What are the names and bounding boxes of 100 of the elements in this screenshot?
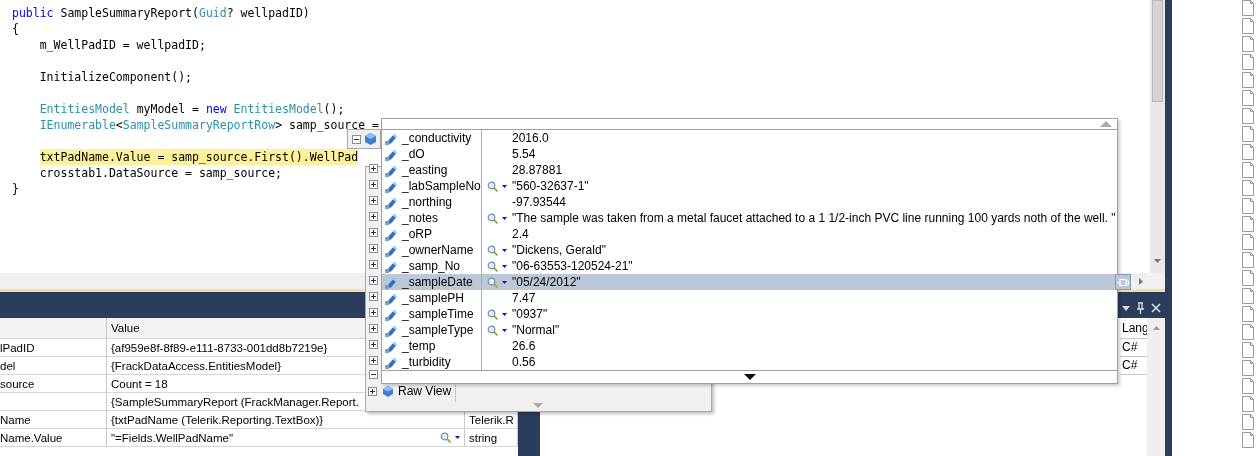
table-cell: C# bbox=[1122, 358, 1138, 372]
field-icon bbox=[385, 323, 398, 337]
scrollbar[interactable] bbox=[1147, 318, 1165, 456]
scroll-down-icon[interactable] bbox=[744, 374, 756, 380]
collapse-icon[interactable] bbox=[352, 134, 361, 144]
field-name: _ownerName bbox=[402, 242, 482, 258]
field-icon bbox=[385, 307, 398, 321]
file-icon[interactable] bbox=[1242, 342, 1254, 358]
scroll-up-icon[interactable] bbox=[1152, 326, 1160, 330]
expand-icon[interactable] bbox=[368, 275, 378, 285]
field-value: 0.56 bbox=[512, 355, 536, 369]
file-icon[interactable] bbox=[1242, 324, 1254, 340]
file-icon[interactable] bbox=[1242, 198, 1254, 214]
table-cell: {SampleSummaryReport (FrackManager.Report. bbox=[111, 395, 359, 408]
field-value: "06-63553-120524-21" bbox=[512, 259, 633, 273]
expand-icon[interactable] bbox=[368, 386, 377, 396]
field-value: "Normal" bbox=[512, 323, 560, 337]
field-value: 26.6 bbox=[512, 339, 536, 353]
expand-icon[interactable] bbox=[368, 307, 378, 317]
expand-icon[interactable] bbox=[368, 339, 378, 349]
table-cell: Name bbox=[0, 413, 31, 426]
magnifier-icon bbox=[440, 432, 451, 443]
expand-icon[interactable] bbox=[368, 195, 378, 205]
magnifier-icon bbox=[487, 212, 498, 224]
file-icon[interactable] bbox=[1242, 126, 1254, 142]
table-cell: "=Fields.WellPadName" bbox=[111, 431, 234, 444]
file-icon[interactable] bbox=[1242, 234, 1254, 250]
expand-icon[interactable] bbox=[368, 211, 378, 221]
file-icon[interactable] bbox=[1242, 72, 1254, 88]
table-cell: {af959e8f-8f89-e111-8733-001dd8b7219e} bbox=[111, 341, 328, 354]
file-icon[interactable] bbox=[1242, 216, 1254, 232]
expand-icon[interactable] bbox=[368, 291, 378, 301]
pin-icon[interactable] bbox=[1136, 302, 1145, 314]
file-icon[interactable] bbox=[1242, 360, 1254, 376]
table-cell: lPadID bbox=[0, 341, 35, 354]
pin-button[interactable] bbox=[1115, 274, 1131, 290]
field-name: _samplePH bbox=[402, 290, 482, 306]
field-name: _labSampleNo bbox=[402, 178, 482, 194]
file-icon[interactable] bbox=[1242, 54, 1254, 70]
file-icon[interactable] bbox=[1242, 0, 1254, 16]
code-line: InitializeComponent(); bbox=[39, 69, 192, 85]
table-cell: string bbox=[469, 431, 498, 444]
dropdown-icon[interactable] bbox=[1122, 305, 1130, 311]
scroll-up-icon[interactable] bbox=[1100, 121, 1112, 127]
field-name: _conductivity bbox=[402, 130, 482, 146]
caret-icon bbox=[502, 312, 507, 316]
expand-icon[interactable] bbox=[368, 355, 378, 365]
file-icon[interactable] bbox=[1242, 252, 1254, 268]
scrollbar[interactable] bbox=[1150, 0, 1165, 273]
collapse-icon[interactable] bbox=[368, 369, 378, 379]
field-icon bbox=[385, 163, 398, 177]
field-value: "05/24/2012" bbox=[512, 275, 581, 289]
field-name: _sampleType bbox=[402, 322, 482, 338]
file-icon[interactable] bbox=[1242, 180, 1254, 196]
field-name: _easting bbox=[402, 162, 482, 178]
caret-icon bbox=[502, 216, 507, 220]
column-header[interactable]: Value bbox=[111, 322, 140, 334]
file-icon[interactable] bbox=[1242, 414, 1254, 430]
file-icon[interactable] bbox=[1242, 108, 1254, 124]
file-icon[interactable] bbox=[1242, 144, 1254, 160]
expand-icon[interactable] bbox=[368, 243, 378, 253]
magnifier-icon bbox=[487, 308, 498, 320]
expand-icon[interactable] bbox=[368, 179, 378, 189]
cube-icon bbox=[365, 133, 376, 145]
code-line: IEnumerable<SampleSummaryReportRow> samp_source = bbox=[39, 117, 379, 133]
code-line: crosstab1.DataSource = samp_source; bbox=[39, 165, 282, 181]
file-icon[interactable] bbox=[1242, 288, 1254, 304]
close-icon[interactable] bbox=[1151, 303, 1161, 313]
expand-icon[interactable] bbox=[368, 259, 378, 269]
field-icon bbox=[385, 195, 398, 209]
field-value: -97.93544 bbox=[512, 195, 567, 209]
file-icon[interactable] bbox=[1242, 162, 1254, 178]
file-icon[interactable] bbox=[1242, 90, 1254, 106]
scroll-right-icon[interactable] bbox=[1139, 277, 1143, 285]
file-icon[interactable] bbox=[1242, 36, 1254, 52]
file-icon[interactable] bbox=[1242, 270, 1254, 286]
expand-icon[interactable] bbox=[368, 323, 378, 333]
field-name: _northing bbox=[402, 194, 482, 210]
magnifier-icon bbox=[487, 244, 498, 256]
field-name: _sampleDate bbox=[402, 274, 482, 290]
field-icon bbox=[385, 227, 398, 241]
expand-icon[interactable] bbox=[368, 163, 378, 173]
field-icon bbox=[385, 355, 398, 369]
selected-row[interactable]: _sampleDate "05/24/2012" bbox=[382, 274, 1131, 290]
code-line: } bbox=[12, 181, 19, 197]
pin-icon bbox=[1117, 278, 1129, 286]
file-icon[interactable] bbox=[1242, 432, 1254, 448]
field-value: 28.87881 bbox=[512, 163, 563, 177]
scrollbar-thumb[interactable] bbox=[1152, 0, 1163, 102]
field-name: _temp bbox=[402, 338, 482, 354]
file-icon[interactable] bbox=[1242, 306, 1254, 322]
file-icon[interactable] bbox=[1242, 18, 1254, 34]
field-value: "The sample was taken from a metal faucet attached to a 1 1/2-inch PVC line running 100 yards noth of the well. " bbox=[512, 211, 1116, 225]
file-icon[interactable] bbox=[1242, 396, 1254, 412]
field-icon bbox=[385, 291, 398, 305]
code-line: { bbox=[12, 21, 19, 37]
field-value: 5.54 bbox=[512, 147, 536, 161]
field-value: 2016.0 bbox=[512, 131, 549, 145]
expand-icon[interactable] bbox=[368, 227, 378, 237]
file-icon[interactable] bbox=[1242, 378, 1254, 394]
